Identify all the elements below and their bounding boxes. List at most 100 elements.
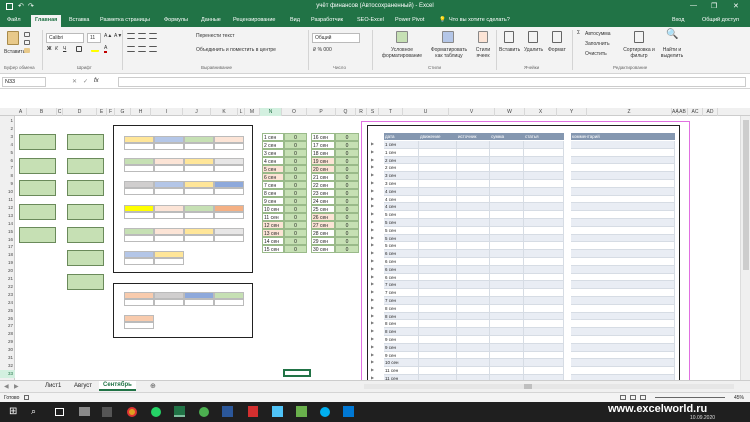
row-expand-icon[interactable]: ▶ (371, 289, 374, 294)
calendar-date[interactable]: 29 сен (311, 237, 335, 245)
align-bottom-icon[interactable] (149, 33, 157, 39)
journal-cell[interactable]: 8 сен (384, 304, 419, 313)
row-header[interactable]: 11 (0, 196, 15, 204)
summary-cell[interactable] (184, 212, 214, 219)
row-expand-icon[interactable]: ▶ (371, 305, 374, 310)
row-header[interactable]: 14 (0, 220, 15, 228)
summary-cell[interactable] (214, 299, 244, 306)
journal-cell[interactable] (524, 312, 564, 321)
align-top-icon[interactable] (127, 33, 135, 39)
summary-cell[interactable] (154, 228, 184, 235)
journal-cell[interactable] (571, 273, 675, 282)
calendar-date[interactable]: 22 сен (311, 181, 335, 189)
calendar-value[interactable]: 0 (335, 133, 359, 141)
journal-cell[interactable] (457, 219, 490, 227)
format-as-table-button[interactable]: Форматировать как таблицу (427, 47, 471, 59)
row-header[interactable]: 6 (0, 157, 15, 165)
calendar-date[interactable]: 17 сен (311, 141, 335, 149)
row-expand-icon[interactable]: ▶ (371, 211, 374, 216)
summary-cell[interactable] (184, 188, 214, 195)
journal-cell[interactable] (457, 203, 490, 212)
journal-cell[interactable] (457, 289, 490, 297)
summary-cell[interactable] (184, 143, 214, 150)
journal-cell[interactable]: 6 сен (384, 258, 419, 266)
file-explorer-icon[interactable] (79, 407, 90, 416)
journal-cell[interactable]: 1 сен (384, 148, 419, 157)
row-expand-icon[interactable]: ▶ (371, 328, 374, 333)
summary-cell[interactable] (184, 235, 214, 242)
calendar-value[interactable]: 0 (284, 173, 307, 181)
calendar-value[interactable]: 0 (335, 229, 359, 237)
find-select-icon[interactable]: 🔍 (666, 29, 678, 40)
journal-cell[interactable] (490, 367, 524, 375)
summary-cell[interactable] (214, 235, 244, 242)
summary-cell[interactable] (214, 158, 244, 165)
journal-cell[interactable] (571, 156, 675, 165)
journal-cell[interactable] (524, 273, 564, 282)
journal-cell[interactable] (524, 297, 564, 305)
summary-cell[interactable] (124, 322, 154, 329)
column-header[interactable]: R (356, 108, 367, 116)
row-expand-icon[interactable]: ▶ (371, 242, 374, 247)
merge-center-button[interactable]: Объединить и поместить в центре (196, 47, 276, 53)
journal-cell[interactable] (457, 258, 490, 266)
journal-cell[interactable] (457, 281, 490, 290)
italic-button[interactable]: К (55, 46, 58, 52)
journal-cell[interactable] (419, 172, 457, 180)
column-header[interactable]: F (107, 108, 115, 116)
summary-cell[interactable] (184, 292, 214, 299)
journal-cell[interactable] (457, 250, 490, 258)
journal-cell[interactable] (524, 219, 564, 227)
calendar-date[interactable]: 16 сен (311, 133, 335, 141)
calendar-date[interactable]: 26 сен (311, 213, 335, 221)
journal-cell[interactable] (419, 219, 457, 227)
summary-cell[interactable] (124, 258, 154, 265)
column-header[interactable]: S (367, 108, 379, 116)
journal-cell[interactable] (571, 336, 675, 344)
view-page-layout-icon[interactable] (630, 395, 636, 400)
calendar-value[interactable]: 0 (335, 173, 359, 181)
nav-button[interactable] (19, 204, 56, 220)
summary-cell[interactable] (214, 181, 244, 188)
font-size-select[interactable]: 11 (87, 33, 101, 43)
number-format-select[interactable]: Общий (312, 33, 360, 43)
journal-cell[interactable] (490, 156, 524, 165)
journal-cell[interactable]: 4 сен (384, 195, 419, 204)
calendar-date[interactable]: 6 сен (262, 173, 284, 181)
row-header[interactable]: 19 (0, 259, 15, 267)
calendar-date[interactable]: 2 сен (262, 141, 284, 149)
summary-cell[interactable] (154, 205, 184, 212)
journal-cell[interactable] (457, 141, 490, 149)
journal-cell[interactable]: 9 сен (384, 336, 419, 344)
row-header[interactable]: 21 (0, 275, 15, 283)
row-expand-icon[interactable]: ▶ (371, 320, 374, 325)
journal-cell[interactable] (419, 328, 457, 336)
row-expand-icon[interactable]: ▶ (371, 157, 374, 162)
tab-formulas[interactable]: Формулы (164, 17, 188, 23)
journal-cell[interactable] (419, 265, 457, 274)
format-painter-icon[interactable] (24, 48, 30, 53)
row-header[interactable]: 29 (0, 338, 15, 346)
journal-cell[interactable] (490, 343, 524, 352)
windows-start-icon[interactable]: ⊞ (9, 406, 17, 417)
calendar-date[interactable]: 10 сен (262, 205, 284, 213)
tab-scroll-left-icon[interactable]: ◀ (4, 383, 9, 390)
summary-cell[interactable] (184, 158, 214, 165)
summary-cell[interactable] (124, 165, 154, 172)
journal-cell[interactable] (571, 226, 675, 235)
row-expand-icon[interactable]: ▶ (371, 367, 374, 372)
summary-cell[interactable] (124, 158, 154, 165)
column-header[interactable]: G (115, 108, 131, 116)
journal-cell[interactable] (419, 195, 457, 204)
journal-cell[interactable] (419, 359, 457, 368)
scroll-thumb[interactable] (743, 120, 749, 270)
row-expand-icon[interactable]: ▶ (371, 297, 374, 302)
journal-cell[interactable] (490, 203, 524, 212)
journal-cell[interactable] (571, 304, 675, 313)
row-header[interactable]: 3 (0, 133, 15, 141)
word-app-icon[interactable] (222, 406, 233, 417)
calendar-value[interactable]: 0 (284, 181, 307, 189)
calendar-date[interactable]: 15 сен (262, 245, 284, 253)
summary-cell[interactable] (124, 228, 154, 235)
tab-power-pivot[interactable]: Power Pivot (395, 17, 424, 23)
